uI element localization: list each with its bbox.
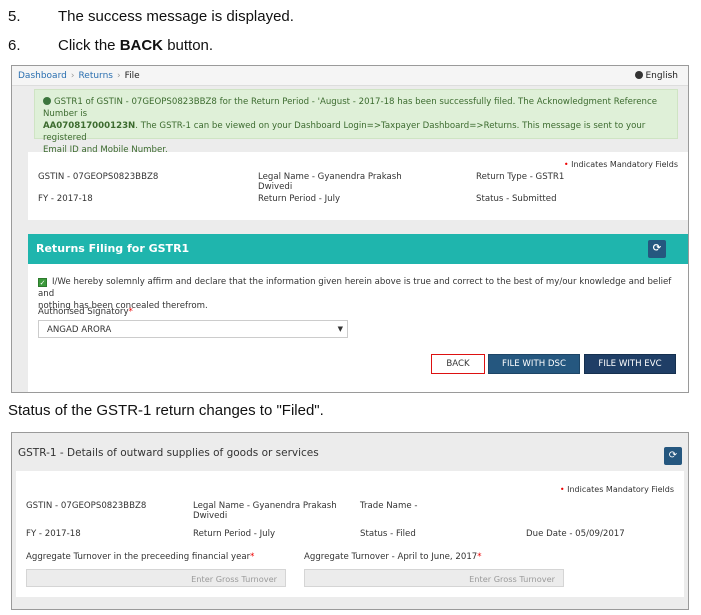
refresh-icon: ⟳ — [652, 243, 662, 254]
dropdown-arrow-icon: ▼ — [337, 325, 343, 333]
language-selector[interactable]: English — [634, 71, 679, 81]
status-text: Status - Filed — [360, 529, 416, 539]
signatory-value: ANGAD ARORA — [47, 325, 112, 335]
globe-icon — [634, 71, 643, 79]
legal-name-text-2: Dwivedi — [258, 182, 293, 192]
step-text-post: button. — [163, 37, 214, 54]
step-text-bold: BACK — [119, 37, 164, 54]
file-with-evc-button[interactable]: FILE WITH EVC — [584, 354, 676, 374]
check-circle-icon — [43, 97, 51, 105]
step-text-pre: Click the — [58, 37, 120, 54]
turnover-q1-input[interactable]: Enter Gross Turnover — [304, 569, 564, 587]
acknowledgment-number: AA070817000123N — [43, 121, 136, 131]
signatory-select[interactable]: ANGAD ARORA ▼ — [38, 320, 348, 338]
screenshot-file-return: Dashboard › Returns › File English GSTR1 of … — [11, 65, 689, 393]
breadcrumb-dashboard[interactable]: Dashboard — [18, 71, 67, 81]
returns-filing-panel: Returns Filing for GSTR1 ⟳ ✓ I/We hereby … — [28, 234, 688, 392]
declaration-text-1: I/We hereby solemnly affirm and declare … — [38, 277, 672, 299]
turnover-q1-label: Aggregate Turnover - April to June, 2017… — [304, 552, 482, 562]
success-alert: GSTR1 of GSTIN - 07GEOPS0823BBZ8 for the… — [34, 89, 678, 155]
gstr1-title: GSTR-1 - Details of outward supplies of … — [18, 447, 319, 459]
panel-header: Returns Filing for GSTR1 ⟳ — [28, 234, 688, 264]
return-info-card: • Indicates Mandatory Fields GSTIN - 07G… — [28, 152, 688, 220]
caption: Status of the GSTR-1 return changes to "… — [8, 402, 324, 419]
breadcrumb-returns[interactable]: Returns — [78, 71, 113, 81]
fy-text: FY - 2017-18 — [26, 529, 81, 539]
gstr1-info-card: • Indicates Mandatory Fields GSTIN - 07G… — [16, 471, 684, 597]
legal-name-text-2: Dwivedi — [193, 511, 228, 521]
return-period-text: Return Period - July — [193, 529, 276, 539]
turnover-q1-placeholder: Enter Gross Turnover — [469, 574, 555, 584]
return-period-text: Return Period - July — [258, 194, 341, 204]
turnover-prev-input[interactable]: Enter Gross Turnover — [26, 569, 286, 587]
gstr1-header: GSTR-1 - Details of outward supplies of … — [12, 433, 688, 471]
status-text: Status - Submitted — [476, 194, 557, 204]
step-number: 6. — [8, 37, 21, 54]
declaration-checkbox[interactable]: ✓ — [38, 278, 47, 287]
return-type-text: Return Type - GSTR1 — [476, 172, 565, 182]
step-6: 6. Click the BACK button. — [8, 37, 213, 54]
gstin-text: GSTIN - 07GEOPS0823BBZ8 — [38, 172, 159, 182]
top-bar: Dashboard › Returns › File English — [12, 66, 688, 86]
panel-title: Returns Filing for GSTR1 — [36, 242, 190, 255]
step-text: The success message is displayed. — [58, 8, 294, 25]
file-with-dsc-button[interactable]: FILE WITH DSC — [488, 354, 580, 374]
screenshot-gstr1-details: GSTR-1 - Details of outward supplies of … — [11, 432, 689, 610]
signatory-label: Authorised Signatory* — [38, 307, 133, 317]
language-label: English — [645, 71, 679, 81]
back-button[interactable]: BACK — [431, 354, 485, 374]
refresh-button[interactable]: ⟳ — [664, 447, 682, 465]
gstin-text: GSTIN - 07GEOPS0823BBZ8 — [26, 501, 147, 511]
breadcrumb-file: File — [124, 71, 140, 81]
legal-name-text: Legal Name - Gyanendra Prakash — [193, 501, 337, 511]
step-number: 5. — [8, 8, 21, 25]
refresh-icon: ⟳ — [668, 450, 678, 461]
trade-name-text: Trade Name - — [360, 501, 418, 511]
legal-name-text: Legal Name - Gyanendra Prakash — [258, 172, 402, 182]
mandatory-note: • Indicates Mandatory Fields — [563, 160, 678, 169]
step-5: 5. The success message is displayed. — [8, 8, 294, 25]
mandatory-note: • Indicates Mandatory Fields — [559, 485, 674, 494]
turnover-prev-label: Aggregate Turnover in the preceeding fin… — [26, 552, 255, 562]
success-line1: GSTR1 of GSTIN - 07GEOPS0823BBZ8 for the… — [43, 97, 658, 119]
turnover-prev-placeholder: Enter Gross Turnover — [191, 574, 277, 584]
fy-text: FY - 2017-18 — [38, 194, 93, 204]
refresh-button[interactable]: ⟳ — [648, 240, 666, 258]
breadcrumb: Dashboard › Returns › File — [18, 71, 140, 81]
declaration: ✓ I/We hereby solemnly affirm and declare… — [38, 276, 678, 312]
due-date-text: Due Date - 05/09/2017 — [526, 529, 625, 539]
